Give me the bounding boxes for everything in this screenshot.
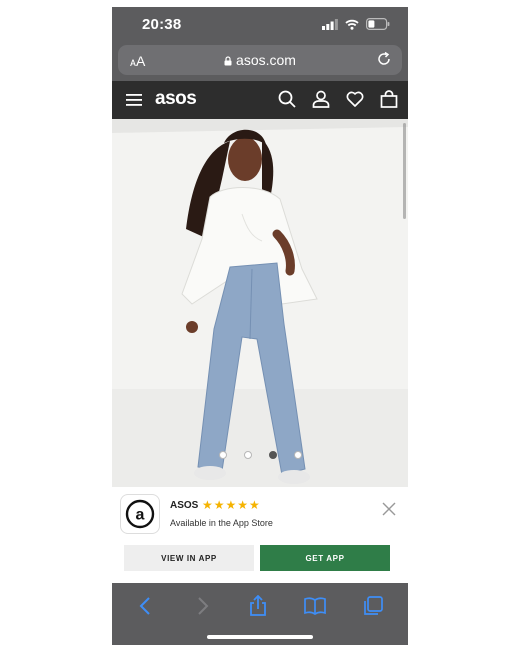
url-display[interactable]: asos.com — [118, 52, 402, 68]
wishlist-heart-icon[interactable] — [346, 90, 364, 108]
header-actions — [278, 90, 398, 108]
forward-icon[interactable] — [192, 595, 212, 617]
app-icon: a — [120, 494, 160, 534]
cellular-signal-icon — [322, 18, 338, 30]
app-name: ASOS — [170, 500, 199, 511]
close-icon[interactable] — [382, 502, 396, 516]
product-image[interactable] — [112, 119, 408, 487]
view-in-app-button[interactable]: VIEW IN APP — [124, 545, 254, 571]
toolbar-actions — [112, 595, 408, 617]
rating-stars: ★★★★★ — [202, 498, 261, 512]
carousel-dot[interactable] — [218, 451, 227, 459]
status-time: 20:38 — [142, 16, 182, 33]
wifi-icon — [345, 19, 359, 30]
bookmarks-icon[interactable] — [304, 595, 326, 617]
url-text: asos.com — [236, 52, 296, 68]
share-icon[interactable] — [248, 595, 268, 617]
page-scrollbar[interactable] — [403, 123, 406, 219]
back-icon[interactable] — [136, 595, 156, 617]
asos-logo[interactable]: asos — [155, 88, 197, 110]
get-app-button[interactable]: GET APP — [260, 545, 390, 571]
menu-icon[interactable] — [126, 93, 142, 107]
carousel-dot-active[interactable] — [268, 451, 277, 459]
tabs-icon[interactable] — [362, 595, 384, 617]
app-icon-letter: a — [136, 507, 145, 524]
site-header: asos — [112, 81, 408, 119]
reload-icon[interactable] — [376, 51, 392, 67]
app-banner: a ASOS ★★★★★ Available in the App Store … — [112, 487, 408, 583]
phone-screen: 20:38 ᴀA asos.com asos a ASOS ★★★★★ Avai… — [112, 7, 408, 645]
app-store-subtitle: Available in the App Store — [170, 518, 273, 528]
browser-toolbar — [112, 583, 408, 645]
address-bar[interactable]: ᴀA asos.com — [118, 45, 402, 75]
account-icon[interactable] — [312, 90, 330, 108]
image-carousel-dots — [112, 451, 408, 459]
battery-icon — [366, 18, 390, 30]
status-icons — [322, 18, 390, 30]
carousel-dot[interactable] — [243, 451, 252, 459]
carousel-dot[interactable] — [293, 451, 302, 459]
product-photo-illustration — [112, 119, 408, 487]
search-icon[interactable] — [278, 90, 296, 108]
status-bar: 20:38 — [112, 7, 408, 43]
home-indicator — [207, 635, 313, 639]
asos-a-logo-icon: a — [125, 499, 155, 529]
browser-address-area: ᴀA asos.com — [112, 43, 408, 81]
bag-icon[interactable] — [380, 90, 398, 108]
lock-icon — [224, 56, 232, 66]
